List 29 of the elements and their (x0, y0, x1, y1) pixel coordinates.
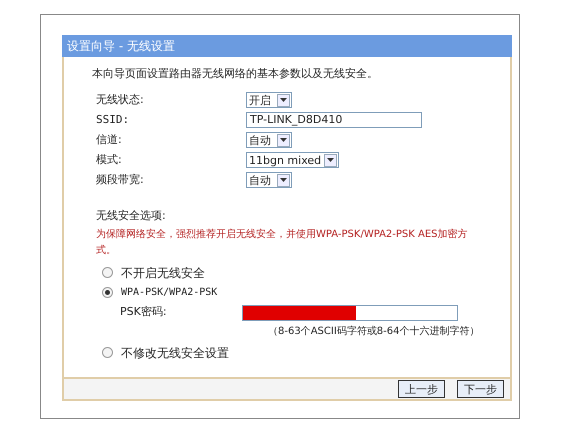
dropdown[interactable]: 自动 (246, 172, 292, 188)
caret-icon (324, 154, 338, 166)
panel-title: 设置向导 - 无线设置 (62, 35, 512, 57)
intro-text: 本向导页面设置路由器无线网络的基本参数以及无线安全。 (92, 66, 379, 82)
security-warning: 为保障网络安全，强烈推荐开启无线安全，并使用WPA-PSK/WPA2-PSK AES加密方式。 (95, 228, 469, 258)
psk-label: PSK密码: (120, 304, 168, 320)
radio-button[interactable] (102, 267, 113, 278)
radio-button[interactable] (102, 347, 113, 358)
dropdown[interactable]: 11bgn mixed (246, 152, 340, 168)
radio-label: 不修改无线安全设置 (121, 344, 229, 362)
dropdown[interactable]: 自动 (246, 132, 292, 148)
field-label: 模式: (96, 152, 123, 168)
radio-label: WPA-PSK/WPA2-PSK (121, 286, 218, 300)
dropdown[interactable]: 开启 (246, 92, 292, 108)
caret-icon (277, 134, 290, 146)
radio-button[interactable] (102, 287, 113, 298)
field-label: 信道: (96, 132, 123, 148)
field-label: 频段带宽: (96, 172, 145, 188)
ssid-field[interactable]: TP-LINK_D8D410 (246, 112, 422, 128)
caret-icon (277, 94, 290, 106)
security-title: 无线安全选项: (95, 208, 167, 224)
psk-hint: （8-63个ASCII码字符或8-64个十六进制字符） (267, 324, 480, 338)
step-button[interactable]: 下一步 (457, 380, 504, 398)
caret-icon (277, 174, 290, 186)
field-label: SSID: (96, 112, 130, 128)
password-field[interactable] (242, 304, 458, 320)
radio-label: 不开启无线安全 (121, 264, 205, 282)
step-button[interactable]: 上一步 (398, 380, 445, 398)
field-label: 无线状态: (96, 92, 145, 108)
